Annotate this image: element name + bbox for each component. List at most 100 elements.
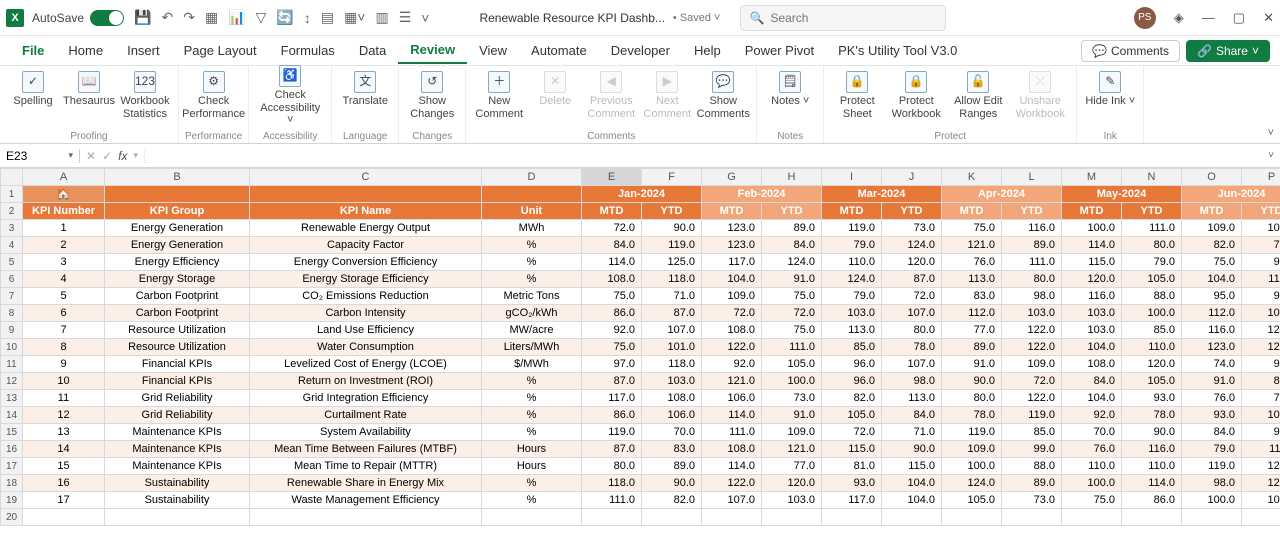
qat-sort-icon[interactable]: ↕ — [304, 10, 311, 26]
qat-chart-icon[interactable]: 📊 — [228, 9, 245, 26]
formula-cancel-icon[interactable]: ✕ — [86, 149, 96, 163]
table-row[interactable]: 31Energy GenerationRenewable Energy Outp… — [1, 220, 1280, 237]
row-header-1[interactable]: 1 — [1, 186, 23, 203]
qat-more-icon[interactable]: ˅ — [421, 10, 429, 26]
tab-developer[interactable]: Developer — [599, 38, 682, 63]
tab-pk-s-utility-tool-v3-0[interactable]: PK's Utility Tool V3.0 — [826, 38, 969, 63]
row-header[interactable]: 18 — [1, 475, 23, 492]
tab-review[interactable]: Review — [398, 37, 467, 64]
table-row[interactable]: 1311Grid ReliabilityGrid Integration Eff… — [1, 390, 1280, 407]
psheet-button[interactable]: 🔒Protect Sheet — [830, 68, 884, 123]
tab-page-layout[interactable]: Page Layout — [172, 38, 269, 63]
col-header-G[interactable]: G — [702, 169, 762, 186]
row-header[interactable]: 19 — [1, 492, 23, 509]
row-header[interactable]: 3 — [1, 220, 23, 237]
qat-borders-icon[interactable]: ▦ — [205, 9, 218, 26]
spreadsheet-grid[interactable]: ABCDEFGHIJKLMNOPQ1🏠Jan-2024Feb-2024Mar-2… — [0, 168, 1280, 558]
col-header-N[interactable]: N — [1122, 169, 1182, 186]
select-all-corner[interactable] — [1, 169, 23, 186]
col-header-H[interactable]: H — [762, 169, 822, 186]
comments-button[interactable]: 💬 Comments — [1081, 40, 1180, 62]
col-header-F[interactable]: F — [642, 169, 702, 186]
file-name[interactable]: Renewable Resource KPI Dashb... — [479, 11, 664, 25]
table-row[interactable]: 1210Financial KPIsReturn on Investment (… — [1, 373, 1280, 390]
diamond-icon[interactable]: ◈ — [1174, 10, 1184, 26]
row-header[interactable]: 12 — [1, 373, 23, 390]
tab-power-pivot[interactable]: Power Pivot — [733, 38, 826, 63]
tab-view[interactable]: View — [467, 38, 519, 63]
row-header[interactable]: 20 — [1, 509, 23, 526]
table-row[interactable]: 1614Maintenance KPIsMean Time Between Fa… — [1, 441, 1280, 458]
saved-status[interactable]: • Saved ˅ — [673, 12, 721, 24]
col-header-O[interactable]: O — [1182, 169, 1242, 186]
tab-insert[interactable]: Insert — [115, 38, 172, 63]
search-input[interactable] — [770, 11, 937, 25]
table-row[interactable]: 1513Maintenance KPIsSystem Availability%… — [1, 424, 1280, 441]
search-box[interactable]: 🔍 — [740, 5, 946, 31]
undo-icon[interactable]: ↶ — [161, 9, 173, 26]
translate-button[interactable]: 文Translate — [338, 68, 392, 111]
tab-automate[interactable]: Automate — [519, 38, 599, 63]
table-row[interactable]: 1917SustainabilityWaste Management Effic… — [1, 492, 1280, 509]
col-header-L[interactable]: L — [1002, 169, 1062, 186]
col-header-K[interactable]: K — [942, 169, 1002, 186]
autosave-toggle[interactable] — [90, 10, 124, 26]
row-header[interactable]: 14 — [1, 407, 23, 424]
table-row[interactable]: 1412Grid ReliabilityCurtailment Rate%86.… — [1, 407, 1280, 424]
row-header-2[interactable]: 2 — [1, 203, 23, 220]
col-header-M[interactable]: M — [1062, 169, 1122, 186]
row-header[interactable]: 11 — [1, 356, 23, 373]
minimize-button[interactable]: — — [1202, 10, 1215, 25]
table-row[interactable]: 64Energy StorageEnergy Storage Efficienc… — [1, 271, 1280, 288]
share-button[interactable]: 🔗 Share ˅ — [1186, 40, 1270, 62]
access-button[interactable]: ♿Check Accessibility ˅ — [255, 62, 325, 130]
table-row[interactable]: 53Energy EfficiencyEnergy Conversion Eff… — [1, 254, 1280, 271]
name-box-dropdown-icon[interactable]: ▾ — [68, 150, 73, 161]
row-header[interactable]: 17 — [1, 458, 23, 475]
hideink-button[interactable]: ✎Hide Ink ˅ — [1083, 68, 1137, 111]
row-header[interactable]: 4 — [1, 237, 23, 254]
qat-sum-dd-icon[interactable]: ▦˅ — [344, 9, 365, 26]
ribbon-collapse-icon[interactable]: ˅ — [1268, 127, 1274, 139]
user-avatar[interactable]: PS — [1134, 7, 1156, 29]
spelling-button[interactable]: ✓Spelling — [6, 68, 60, 111]
row-header[interactable]: 16 — [1, 441, 23, 458]
col-header-C[interactable]: C — [250, 169, 482, 186]
row-header[interactable]: 6 — [1, 271, 23, 288]
maximize-button[interactable]: ▢ — [1233, 10, 1245, 26]
table-row[interactable]: 1816SustainabilityRenewable Share in Ene… — [1, 475, 1280, 492]
row-header[interactable]: 15 — [1, 424, 23, 441]
showchg-button[interactable]: ↺Show Changes — [405, 68, 459, 123]
col-header-J[interactable]: J — [882, 169, 942, 186]
qat-pivot-icon[interactable]: ▤ — [321, 9, 334, 26]
table-row[interactable]: 1715Maintenance KPIsMean Time to Repair … — [1, 458, 1280, 475]
row-header[interactable]: 8 — [1, 305, 23, 322]
col-header-P[interactable]: P — [1242, 169, 1280, 186]
col-header-D[interactable]: D — [482, 169, 582, 186]
aer-button[interactable]: 🔓Allow Edit Ranges — [948, 68, 1008, 123]
qat-filter-icon[interactable]: ▽ — [256, 9, 267, 26]
table-row[interactable]: 86Carbon FootprintCarbon IntensitygCO₂/k… — [1, 305, 1280, 322]
col-header-B[interactable]: B — [105, 169, 250, 186]
tab-file[interactable]: File — [10, 38, 56, 63]
row-header[interactable]: 9 — [1, 322, 23, 339]
table-row[interactable]: 42Energy GenerationCapacity Factor%84.01… — [1, 237, 1280, 254]
col-header-I[interactable]: I — [822, 169, 882, 186]
tab-help[interactable]: Help — [682, 38, 733, 63]
thesaurus-button[interactable]: 📖Thesaurus — [62, 68, 116, 111]
wbstats-button[interactable]: 123Workbook Statistics — [118, 68, 172, 123]
row-header[interactable]: 5 — [1, 254, 23, 271]
home-icon-cell[interactable]: 🏠 — [23, 186, 105, 203]
table-row[interactable]: 97Resource UtilizationLand Use Efficienc… — [1, 322, 1280, 339]
save-icon[interactable]: 💾 — [134, 9, 151, 26]
qat-table-icon[interactable]: ▥ — [375, 9, 388, 26]
perf-button[interactable]: ⚙Check Performance — [187, 68, 241, 123]
formula-accept-icon[interactable]: ✓ — [102, 149, 112, 163]
row-header[interactable]: 13 — [1, 390, 23, 407]
notes-button[interactable]: 🗒Notes ˅ — [763, 68, 817, 111]
showc-button[interactable]: 💬Show Comments — [696, 68, 750, 123]
formula-expand-icon[interactable]: ˅ — [1262, 150, 1280, 161]
table-row[interactable]: 75Carbon FootprintCO₂ Emissions Reductio… — [1, 288, 1280, 305]
qat-refresh-icon[interactable]: 🔄 — [276, 9, 293, 26]
pwb-button[interactable]: 🔒Protect Workbook — [886, 68, 946, 123]
